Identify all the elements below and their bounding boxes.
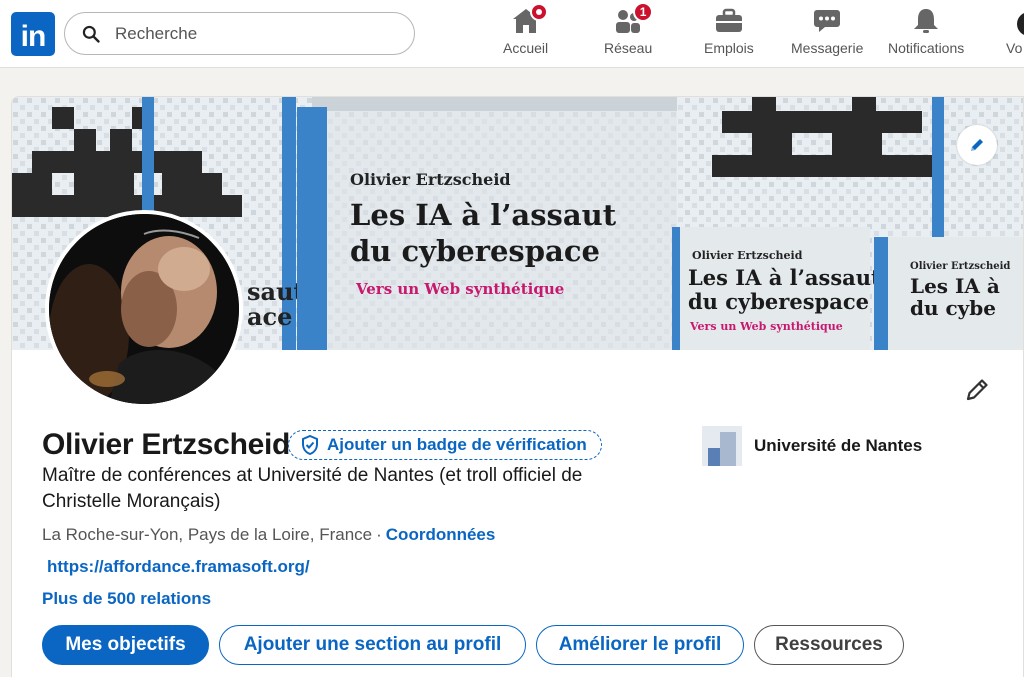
nav-label-home: Accueil xyxy=(503,40,549,56)
profile-card: saut ace Olivier Ertzscheid Les IA à l’a… xyxy=(11,96,1024,677)
profile-headline: Maître de conférences at Université de N… xyxy=(42,465,583,512)
nav-label-messaging: Messagerie xyxy=(791,40,864,56)
improve-profile-button[interactable]: Améliorer le profil xyxy=(536,625,744,665)
nav-item-home[interactable]: Accueil xyxy=(503,3,549,62)
banner-far-right-1: Olivier Ertzscheid xyxy=(910,261,1010,272)
university-logo xyxy=(702,426,742,466)
location-separator: · xyxy=(376,525,382,544)
nav-item-network[interactable]: 1 Réseau xyxy=(604,2,654,62)
messaging-icon xyxy=(812,6,842,36)
notification-dot xyxy=(529,3,548,21)
briefcase-icon xyxy=(714,6,744,36)
connections-link[interactable]: Plus de 500 relations xyxy=(42,589,211,609)
pencil-icon xyxy=(971,139,983,151)
contact-info-link[interactable]: Coordonnées xyxy=(386,525,496,544)
resources-button[interactable]: Ressources xyxy=(754,625,904,665)
shield-check-icon xyxy=(302,435,318,455)
banner-far-right-3: du cybe xyxy=(910,296,996,320)
nav-item-notifications[interactable]: Notifications xyxy=(888,6,964,62)
add-verification-badge-button[interactable]: Ajouter un badge de vérification xyxy=(288,430,602,460)
my-goals-button[interactable]: Mes objectifs xyxy=(42,625,209,665)
banner-right-title-1: Les IA à l’assaut xyxy=(688,265,881,290)
profile-name: Olivier Ertzscheid xyxy=(42,428,291,461)
edit-banner-button[interactable] xyxy=(957,125,997,165)
banner-right-title-2: du cyberespace xyxy=(688,289,869,314)
banner-title-line2: du cyberespace xyxy=(350,234,600,268)
banner-subtitle: Vers un Web synthétique xyxy=(355,280,564,298)
edit-intro-button[interactable] xyxy=(962,375,992,405)
me-avatar[interactable] xyxy=(1017,12,1024,36)
nav-label-jobs: Emplois xyxy=(704,40,754,56)
profile-location-line: La Roche-sur-Yon, Pays de la Loire, Fran… xyxy=(42,525,495,545)
nav-label-me[interactable]: Vo xyxy=(1006,40,1022,56)
nav-label-notifications: Notifications xyxy=(888,40,965,56)
banner-right-subtitle: Vers un Web synthétique xyxy=(689,320,843,333)
profile-actions: Mes objectifs Ajouter une section au pro… xyxy=(42,625,904,665)
profile-photo[interactable] xyxy=(45,210,243,408)
nav-item-messaging[interactable]: Messagerie xyxy=(791,6,863,62)
banner-right-author: Olivier Ertzscheid xyxy=(692,249,803,262)
top-navigation: in Accueil 1 Réseau Emplois Messagerie xyxy=(0,0,1024,68)
bell-icon xyxy=(911,6,941,36)
verify-badge-label: Ajouter un badge de vérification xyxy=(327,435,587,454)
search-icon xyxy=(82,25,100,43)
network-icon: 1 xyxy=(613,2,654,36)
search-input[interactable] xyxy=(115,23,395,44)
banner-title-line1: Les IA à l’assaut xyxy=(350,198,617,232)
profile-location: La Roche-sur-Yon, Pays de la Loire, Fran… xyxy=(42,525,373,544)
website-link[interactable]: https://affordance.framasoft.org/ xyxy=(47,557,310,577)
add-profile-section-button[interactable]: Ajouter une section au profil xyxy=(219,625,526,665)
pencil-icon xyxy=(966,379,988,401)
network-badge: 1 xyxy=(633,2,654,22)
nav-label-network: Réseau xyxy=(604,40,653,56)
banner-side-text-2: ace xyxy=(247,302,292,331)
banner-author: Olivier Ertzscheid xyxy=(350,170,511,189)
search-box[interactable] xyxy=(64,12,415,55)
nav-item-jobs[interactable]: Emplois xyxy=(704,6,754,62)
education-entry[interactable]: Université de Nantes xyxy=(702,426,922,466)
banner-far-right-2: Les IA à xyxy=(910,274,1000,298)
linkedin-logo[interactable]: in xyxy=(11,12,55,56)
education-name: Université de Nantes xyxy=(754,436,923,455)
home-icon xyxy=(511,3,548,36)
